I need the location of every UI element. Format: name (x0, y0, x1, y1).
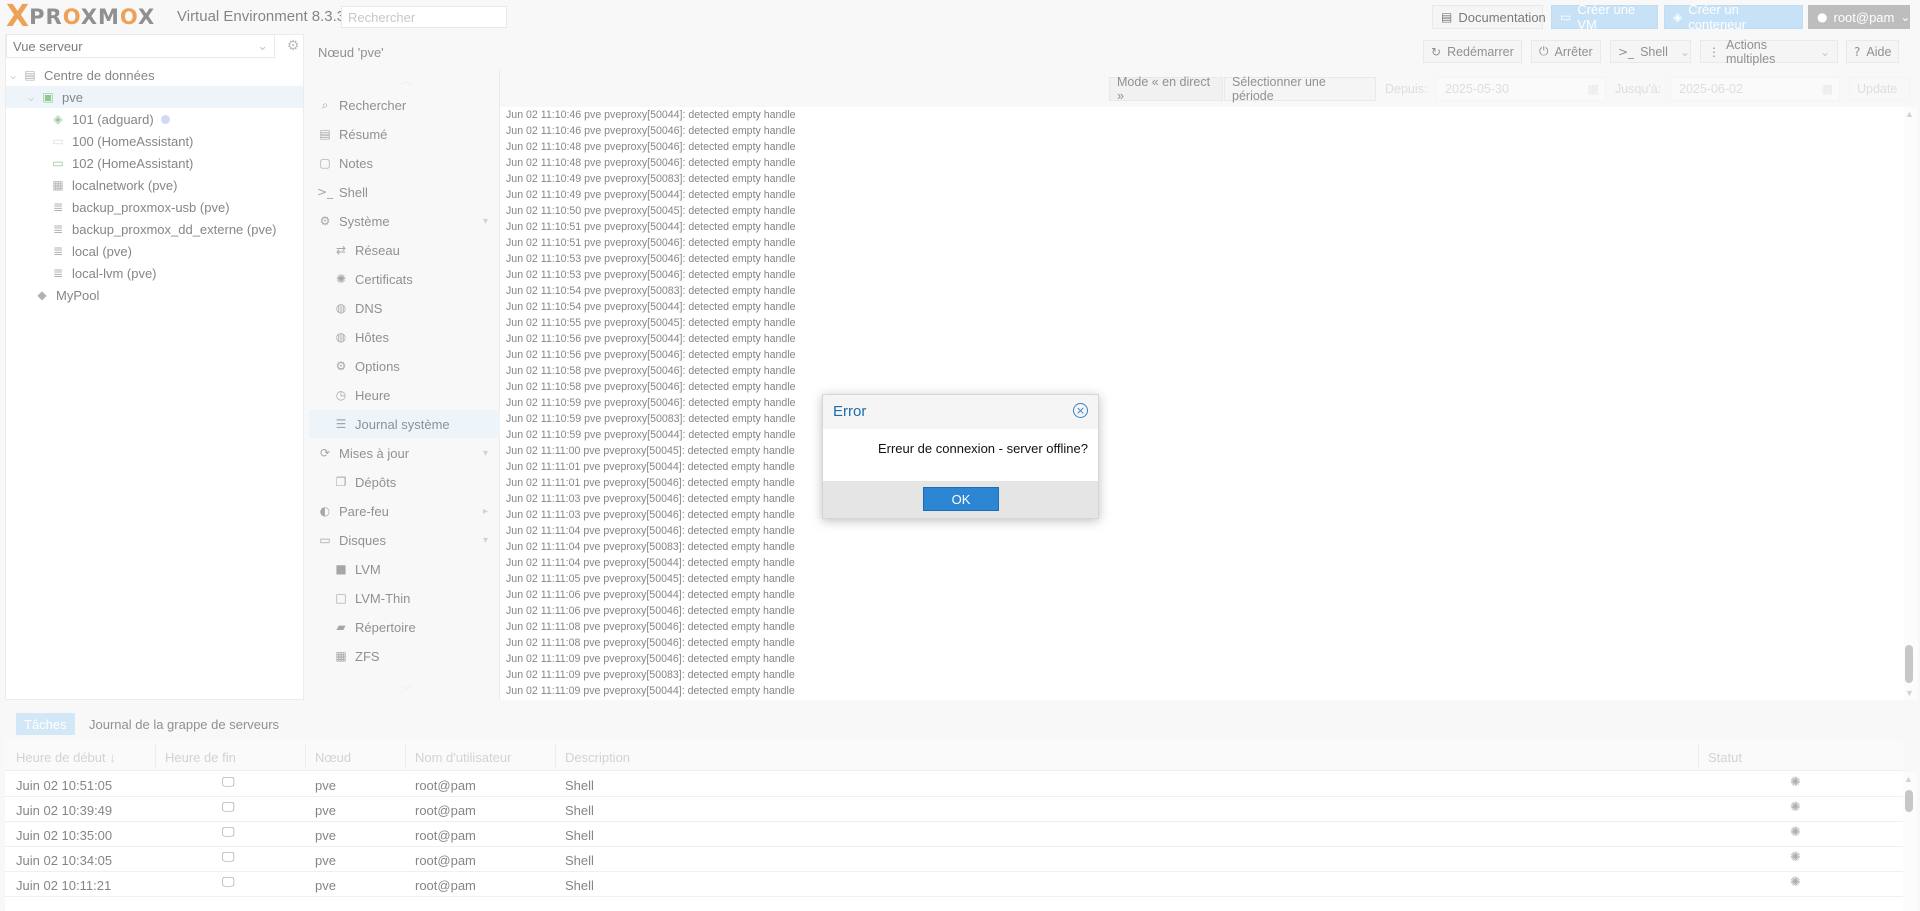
ok-button[interactable]: OK (923, 487, 999, 511)
dialog-message: Erreur de connexion - server offline? (877, 441, 1088, 456)
error-dialog: Error × Erreur de connexion - server off… (822, 394, 1099, 519)
dialog-title: Error (833, 403, 867, 420)
close-icon[interactable]: × (1073, 403, 1088, 418)
